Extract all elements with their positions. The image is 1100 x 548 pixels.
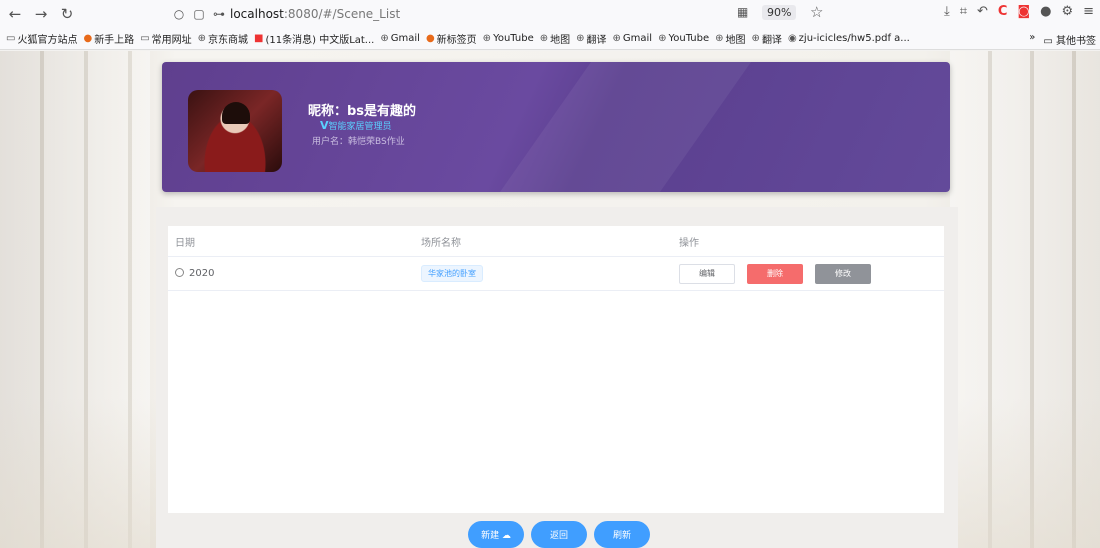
bookmark-item[interactable]: ⊕ YouTube [483, 33, 534, 44]
bookmark-item[interactable]: ● 新手上路 [83, 31, 134, 46]
extension-gear-icon[interactable]: ⚙ [1061, 4, 1073, 19]
bookmark-item[interactable]: ■ (11条消息) 中文版Lat... [254, 31, 374, 46]
page-icon: ▢ [193, 7, 205, 21]
bookmark-item[interactable]: ⊕ 地图 [540, 31, 570, 46]
forward-arrow-icon[interactable]: → [30, 3, 52, 25]
bookmarks-more-button[interactable]: » [1029, 32, 1035, 47]
bookmark-item[interactable]: ▭ 常用网址 [140, 31, 191, 46]
page-viewport: 昵称：bs是有趣的 V智能家居管理员 用户名：韩恺荣BS作业 日期 场所名称 操… [0, 51, 1100, 548]
globe-icon: ⊕ [539, 33, 549, 44]
cell-date: 2020 [168, 268, 421, 279]
qr-code-icon[interactable]: ▦ [737, 5, 748, 19]
table-row: 2020 华家池的卧室 编辑 删除 修改 [168, 257, 944, 291]
reload-icon[interactable]: ↻ [56, 3, 78, 25]
header-actions: 操作 [679, 237, 699, 249]
clock-icon [175, 268, 184, 277]
toolbar-extensions: ⤓ ⌗ ↶ C ◙ ● ⚙ ≡ [944, 4, 1094, 19]
bookmark-item[interactable]: ▭ 火狐官方站点 [6, 31, 77, 46]
bookmark-item[interactable]: ● 新标签页 [426, 31, 477, 46]
bookmark-item[interactable]: ⊕ 京东商城 [198, 31, 248, 46]
cell-actions: 编辑 删除 修改 [679, 263, 944, 284]
bottom-actions: 新建 ☁ 返回 刷新 [468, 521, 650, 548]
nickname: 昵称：bs是有趣的 [308, 104, 417, 119]
bookmarks-overflow: » ▭ 其他书签 [1029, 32, 1096, 47]
download-icon[interactable]: ⤓ [944, 4, 950, 19]
extension-c-icon[interactable]: C [998, 4, 1008, 19]
firefox-icon: ● [83, 33, 93, 44]
username: 用户名：韩恺荣BS作业 [312, 137, 405, 147]
globe-icon: ⊕ [482, 33, 492, 44]
bookmark-item[interactable]: ⊕ Gmail [380, 33, 420, 44]
folder-icon: ▭ [1043, 36, 1053, 47]
url-path: :8080/#/Scene_List [283, 7, 401, 21]
other-bookmarks[interactable]: ▭ 其他书签 [1043, 32, 1096, 47]
profile-banner: 昵称：bs是有趣的 V智能家居管理员 用户名：韩恺荣BS作业 [162, 62, 950, 192]
zoom-level[interactable]: 90% [762, 5, 797, 20]
shield-icon: ○ [173, 7, 185, 21]
undo-icon[interactable]: ↶ [977, 4, 988, 19]
bookmark-item[interactable]: ⊕ YouTube [658, 33, 709, 44]
header-date: 日期 [175, 237, 195, 249]
globe-icon: ⊕ [715, 33, 724, 44]
bookmark-item[interactable]: ⊕ 地图 [715, 31, 745, 46]
github-icon: ◉ [787, 33, 797, 44]
new-button[interactable]: 新建 ☁ [468, 521, 524, 548]
place-tag: 华家池的卧室 [421, 265, 483, 282]
screenshot-icon[interactable]: ⌗ [960, 4, 967, 19]
table-header: 日期 场所名称 操作 [168, 226, 944, 257]
bookmark-item[interactable]: ⊕ 翻译 [576, 31, 606, 46]
edit-button[interactable]: 编辑 [679, 263, 735, 284]
bookmark-item[interactable]: ◉ zju-icicles/hw5.pdf a... [788, 33, 910, 44]
extension-icon[interactable]: ● [1040, 4, 1051, 19]
cell-place: 华家池的卧室 [421, 265, 679, 282]
back-arrow-icon[interactable]: ← [4, 3, 26, 25]
firefox-icon: ● [425, 33, 435, 44]
folder-icon: ▭ [6, 33, 16, 44]
globe-icon: ⊕ [197, 33, 207, 44]
globe-icon: ⊕ [380, 33, 389, 44]
delete-button[interactable]: 删除 [747, 263, 803, 284]
modify-button[interactable]: 修改 [815, 263, 871, 284]
folder-icon: ▭ [140, 33, 150, 44]
browser-toolbar: ← → ↻ ○ ▢ ⊶ localhost:8080/#/Scene_List … [0, 0, 1100, 28]
globe-icon: ⊕ [612, 33, 621, 44]
scene-list-card: 日期 场所名称 操作 2020 华家池的卧室 编辑 删除 修改 新建 ☁ 返回 … [156, 207, 958, 548]
globe-icon: ⊕ [751, 33, 760, 44]
bookmark-item[interactable]: ⊕ 翻译 [752, 31, 782, 46]
refresh-button[interactable]: 刷新 [594, 521, 650, 548]
header-place: 场所名称 [421, 237, 461, 249]
avatar [188, 90, 282, 172]
extension-red-icon[interactable]: ◙ [1017, 4, 1030, 19]
globe-icon: ⊕ [576, 33, 585, 44]
csdn-icon: ■ [254, 33, 264, 44]
bookmarks-bar: ▭ 火狐官方站点 ● 新手上路 ▭ 常用网址 ⊕ 京东商城 ■ (11条消息) 中文版La… [0, 28, 1100, 50]
back-button[interactable]: 返回 [531, 521, 587, 548]
globe-icon: ⊕ [658, 33, 667, 44]
verified-mark: V [320, 119, 329, 132]
role-label: V智能家居管理员 [320, 119, 392, 132]
menu-icon[interactable]: ≡ [1083, 4, 1094, 19]
bookmark-item[interactable]: ⊕ Gmail [613, 33, 653, 44]
scene-table: 日期 场所名称 操作 2020 华家池的卧室 编辑 删除 修改 [168, 226, 944, 513]
url-host: localhost [230, 7, 284, 21]
bookmark-star-icon[interactable]: ☆ [810, 3, 823, 21]
connection-icon: ⊶ [213, 7, 225, 21]
